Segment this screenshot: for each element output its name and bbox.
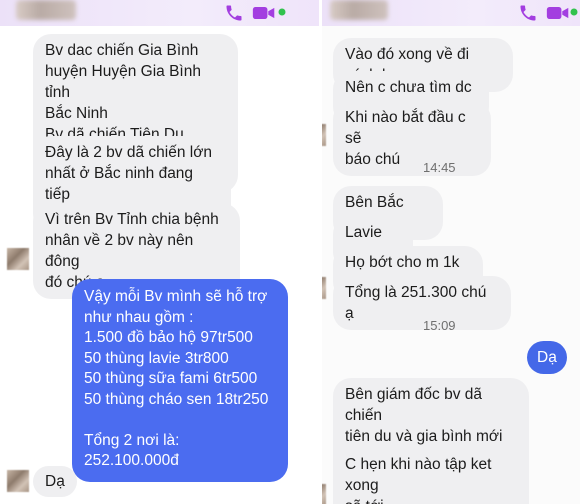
timestamp: 15:09 <box>423 318 456 333</box>
contact-avatar[interactable] <box>322 124 326 146</box>
contact-avatar[interactable] <box>7 248 29 270</box>
video-camera-icon[interactable] <box>252 3 276 23</box>
message-incoming[interactable]: Dạ <box>33 466 77 497</box>
message-outgoing[interactable]: Dạ <box>527 341 567 374</box>
chat-header <box>0 0 320 26</box>
phone-icon[interactable] <box>224 3 244 23</box>
message-incoming[interactable]: C hẹn khi nào tập ket xong sẽ tới <box>333 448 529 504</box>
timestamp: 14:45 <box>423 160 456 175</box>
video-camera-icon[interactable] <box>546 3 570 23</box>
contact-avatar[interactable] <box>322 277 326 299</box>
chat-panel-right: Vào đó xong về đi cách ly Nên c chưa tìm… <box>322 0 580 504</box>
message-incoming[interactable]: Tổng là 251.300 chú ạ <box>333 276 511 330</box>
contact-avatar[interactable] <box>322 484 326 504</box>
message-outgoing[interactable]: Vậy mỗi Bv mình sẽ hỗ trợ như nhau gồm :… <box>72 279 288 482</box>
phone-icon[interactable] <box>518 3 538 23</box>
contact-avatar[interactable] <box>16 0 76 20</box>
chat-header <box>322 0 580 26</box>
online-dot-icon <box>278 8 286 16</box>
contact-avatar[interactable] <box>330 0 388 20</box>
chat-panel-left: Bv dac chiến Gia Bình huyện Huyện Gia Bì… <box>0 0 320 504</box>
message-incoming[interactable]: Khi nào bắt đầu c sẽ báo chú <box>333 101 491 176</box>
contact-avatar[interactable] <box>7 470 29 492</box>
online-dot-icon <box>570 8 578 16</box>
